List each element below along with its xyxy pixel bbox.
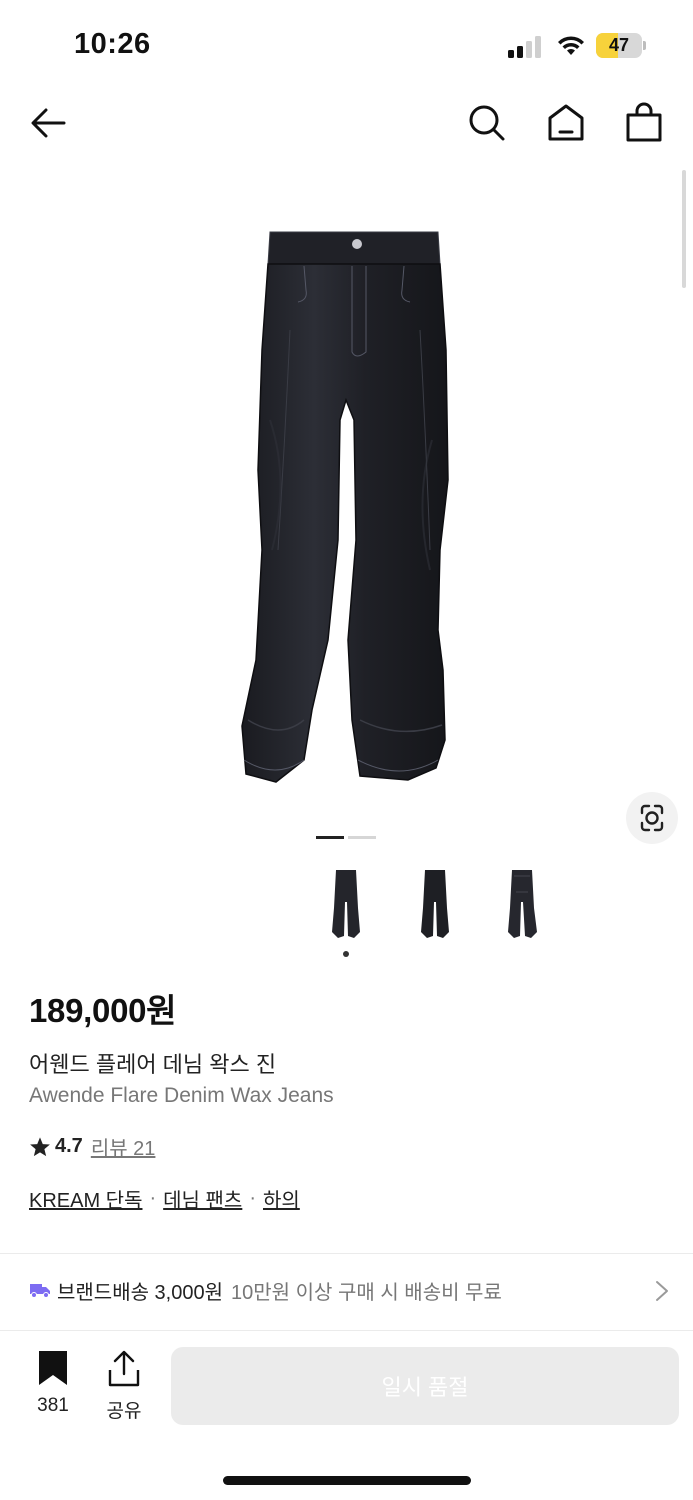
share-icon bbox=[108, 1350, 140, 1387]
thumbnail-3[interactable] bbox=[480, 862, 564, 946]
cellular-signal-icon bbox=[508, 36, 542, 58]
wifi-icon bbox=[558, 36, 584, 55]
divider bbox=[0, 1253, 693, 1254]
share-label: 공유 bbox=[106, 1401, 142, 1422]
chevron-right-icon bbox=[656, 1281, 668, 1301]
review-link[interactable]: 리뷰 21 bbox=[91, 1132, 156, 1161]
home-icon[interactable] bbox=[545, 100, 587, 146]
status-time: 10:26 bbox=[74, 28, 151, 60]
tag-bottoms[interactable]: 하의 bbox=[263, 1184, 300, 1213]
tag-separator: · bbox=[149, 1187, 157, 1209]
bookmark-button[interactable]: 381 bbox=[30, 1350, 76, 1417]
image-search-button[interactable] bbox=[626, 792, 678, 844]
scroll-indicator bbox=[682, 170, 686, 288]
shipping-info-row[interactable]: 브랜드배송 3,000원 10만원 이상 구매 시 배송비 무료 bbox=[29, 1272, 669, 1308]
camera-lens-icon bbox=[640, 804, 664, 832]
battery-level: 47 bbox=[608, 35, 630, 55]
shipping-label: 브랜드배송 3,000원 bbox=[57, 1281, 224, 1304]
battery-icon: 47 bbox=[596, 33, 646, 58]
search-icon[interactable] bbox=[466, 100, 508, 146]
thumbnail-1[interactable] bbox=[304, 862, 388, 946]
pager-active-segment bbox=[316, 836, 344, 839]
shipping-note: 10만원 이상 구매 시 배송비 무료 bbox=[231, 1281, 502, 1304]
shopping-bag-icon[interactable] bbox=[623, 100, 665, 146]
tag-separator: · bbox=[249, 1187, 256, 1209]
rating-score: 4.7 bbox=[55, 1135, 83, 1157]
product-image-jeans[interactable] bbox=[200, 220, 493, 800]
sold-out-button[interactable]: 일시 품절 bbox=[171, 1347, 679, 1425]
bookmark-count: 381 bbox=[37, 1395, 69, 1416]
product-name-en: Awende Flare Denim Wax Jeans bbox=[29, 1084, 334, 1107]
category-tags: KREAM 단독 · 데님 팬츠 · 하의 bbox=[29, 1184, 300, 1213]
product-price: 189,000원 bbox=[29, 992, 177, 1029]
tag-denim-pants[interactable]: 데님 팬츠 bbox=[163, 1184, 242, 1213]
rating-row: 4.7 리뷰 21 bbox=[29, 1132, 155, 1161]
pager-inactive-segment bbox=[348, 836, 376, 839]
thumbnail-2[interactable] bbox=[392, 862, 476, 946]
back-arrow-icon[interactable] bbox=[28, 102, 70, 144]
divider bbox=[0, 1330, 693, 1331]
share-button[interactable]: 공유 bbox=[100, 1350, 148, 1423]
status-bar: 10:26 47 bbox=[0, 0, 693, 90]
home-indicator bbox=[223, 1476, 471, 1485]
tag-kream-exclusive[interactable]: KREAM 단독 bbox=[29, 1184, 142, 1213]
truck-icon bbox=[30, 1284, 50, 1298]
star-icon bbox=[30, 1136, 50, 1156]
product-name-ko: 어웬드 플레어 데님 왁스 진 bbox=[29, 1052, 277, 1077]
thumbnail-selected-dot bbox=[343, 951, 349, 957]
bookmark-icon bbox=[39, 1351, 67, 1385]
